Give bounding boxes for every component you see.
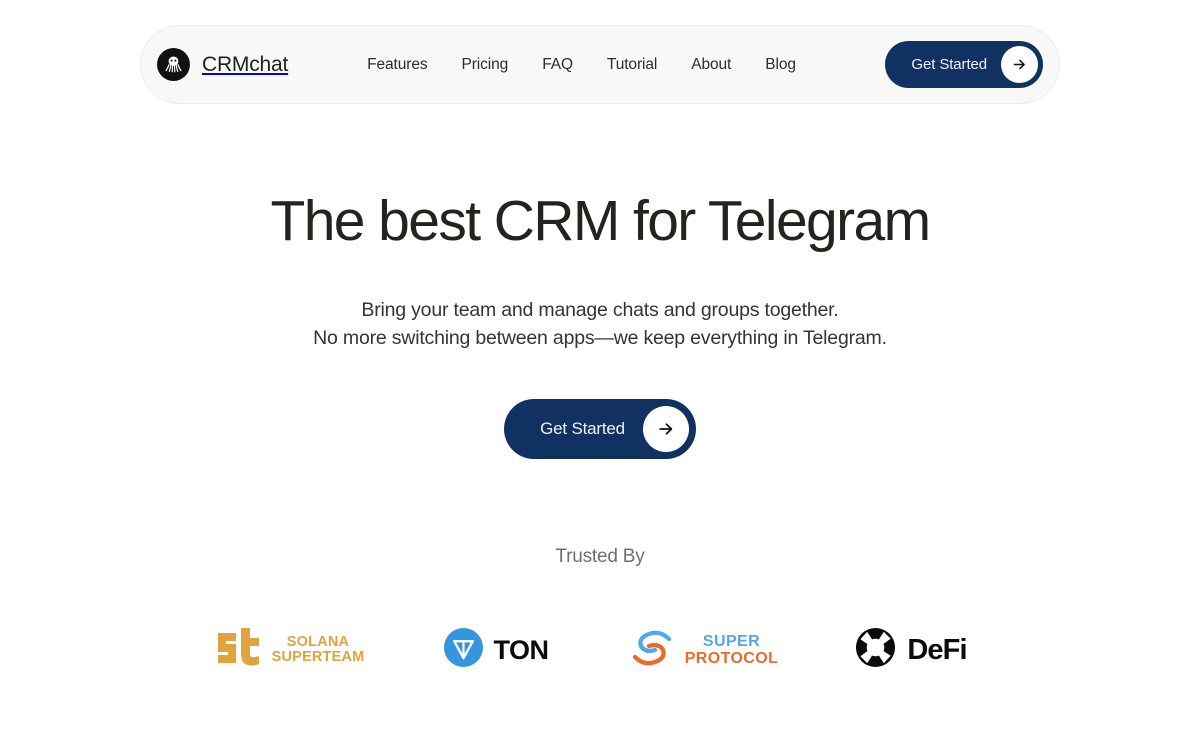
defi-wordmark: DeFi	[907, 633, 967, 666]
partner-logo-row: SOLANA SUPERTEAM TON SUPER PROTOCOL DeFi	[0, 626, 1200, 674]
nav-item-pricing[interactable]: Pricing	[445, 48, 526, 82]
ton-logo-icon	[444, 628, 484, 672]
hero-get-started-label: Get Started	[540, 418, 625, 438]
defi-logo-icon	[854, 626, 897, 674]
hero-subtitle: Bring your team and manage chats and gro…	[0, 296, 1200, 352]
arrow-right-icon	[1001, 46, 1038, 83]
landing-page: CRMchat Features Pricing FAQ Tutorial Ab…	[0, 0, 1200, 750]
nav-item-tutorial[interactable]: Tutorial	[590, 48, 674, 82]
brand-link[interactable]: CRMchat	[157, 48, 288, 81]
nav-item-faq[interactable]: FAQ	[525, 48, 590, 82]
partner-logo-super-protocol[interactable]: SUPER PROTOCOL	[600, 628, 807, 673]
hero-section: The best CRM for Telegram Bring your tea…	[0, 190, 1200, 459]
trusted-by-label: Trusted By	[555, 546, 645, 567]
super-protocol-wordmark: SUPER PROTOCOL	[685, 633, 779, 667]
solana-superteam-wordmark: SOLANA SUPERTEAM	[272, 635, 365, 665]
page-title: The best CRM for Telegram	[270, 189, 931, 253]
hero-get-started-button[interactable]: Get Started	[504, 398, 696, 459]
solana-superteam-line-1: SOLANA	[286, 634, 350, 650]
super-protocol-line-2: PROTOCOL	[684, 650, 779, 667]
nav-item-blog[interactable]: Blog	[748, 48, 813, 82]
super-protocol-logo-icon	[629, 628, 675, 673]
nav-links: Features Pricing FAQ Tutorial About Blog	[350, 48, 813, 82]
main-navbar: CRMchat Features Pricing FAQ Tutorial Ab…	[140, 25, 1060, 104]
arrow-right-icon	[642, 405, 689, 452]
solana-superteam-logo-icon	[215, 627, 262, 673]
partner-logo-defi[interactable]: DeFi	[807, 626, 1014, 674]
partner-logo-solana-superteam[interactable]: SOLANA SUPERTEAM	[186, 627, 393, 673]
solana-superteam-line-2: SUPERTEAM	[271, 649, 365, 665]
navbar-get-started-label: Get Started	[911, 56, 987, 73]
octopus-logo-icon	[157, 48, 190, 81]
partner-logo-ton[interactable]: TON	[393, 628, 600, 672]
hero-cta-wrapper: Get Started	[0, 398, 1200, 459]
nav-item-about[interactable]: About	[674, 48, 748, 82]
brand-name: CRMchat	[202, 52, 289, 76]
ton-wordmark: TON	[493, 634, 549, 665]
nav-item-features[interactable]: Features	[350, 48, 444, 82]
super-protocol-line-1: SUPER	[702, 633, 761, 650]
navbar-get-started-button[interactable]: Get Started	[885, 41, 1043, 88]
hero-subtitle-line-1: Bring your team and manage chats and gro…	[361, 298, 839, 321]
hero-subtitle-line-2: No more switching between apps—we keep e…	[313, 326, 887, 349]
trusted-by-section: Trusted By SOLANA SUPERTEAM TON SUPER PR…	[0, 546, 1200, 674]
